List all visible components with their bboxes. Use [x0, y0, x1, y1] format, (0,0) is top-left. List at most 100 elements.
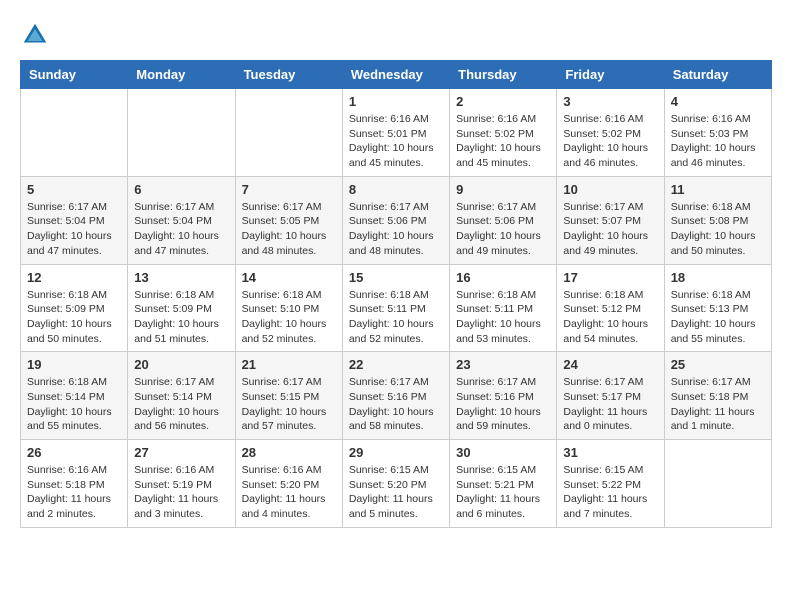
- calendar-table: SundayMondayTuesdayWednesdayThursdayFrid…: [20, 60, 772, 528]
- calendar-cell: 30 Sunrise: 6:15 AMSunset: 5:21 PMDayligh…: [450, 440, 557, 528]
- day-info: Sunrise: 6:15 AMSunset: 5:20 PMDaylight:…: [349, 463, 443, 522]
- weekday-header-cell: Tuesday: [235, 61, 342, 89]
- calendar-cell: 22 Sunrise: 6:17 AMSunset: 5:16 PMDayligh…: [342, 352, 449, 440]
- weekday-header-cell: Monday: [128, 61, 235, 89]
- day-info: Sunrise: 6:17 AMSunset: 5:14 PMDaylight:…: [134, 375, 228, 434]
- calendar-cell: 31 Sunrise: 6:15 AMSunset: 5:22 PMDayligh…: [557, 440, 664, 528]
- page-header: [20, 20, 772, 50]
- day-number: 14: [242, 270, 336, 285]
- day-number: 28: [242, 445, 336, 460]
- calendar-week-row: 1 Sunrise: 6:16 AMSunset: 5:01 PMDaylight…: [21, 89, 772, 177]
- day-info: Sunrise: 6:16 AMSunset: 5:02 PMDaylight:…: [456, 112, 550, 171]
- weekday-header-cell: Friday: [557, 61, 664, 89]
- day-number: 13: [134, 270, 228, 285]
- day-number: 1: [349, 94, 443, 109]
- calendar-week-row: 19 Sunrise: 6:18 AMSunset: 5:14 PMDayligh…: [21, 352, 772, 440]
- day-number: 29: [349, 445, 443, 460]
- day-number: 27: [134, 445, 228, 460]
- day-number: 8: [349, 182, 443, 197]
- day-info: Sunrise: 6:17 AMSunset: 5:06 PMDaylight:…: [456, 200, 550, 259]
- day-info: Sunrise: 6:18 AMSunset: 5:11 PMDaylight:…: [456, 288, 550, 347]
- calendar-cell: 26Sunrise: 6:16 AMSunset: 5:18 PMDayligh…: [21, 440, 128, 528]
- day-info: Sunrise: 6:16 AMSunset: 5:19 PMDaylight:…: [134, 463, 228, 522]
- calendar-cell: 28 Sunrise: 6:16 AMSunset: 5:20 PMDayligh…: [235, 440, 342, 528]
- day-info: Sunrise: 6:18 AMSunset: 5:10 PMDaylight:…: [242, 288, 336, 347]
- day-number: 3: [563, 94, 657, 109]
- day-info: Sunrise: 6:18 AMSunset: 5:11 PMDaylight:…: [349, 288, 443, 347]
- day-number: 6: [134, 182, 228, 197]
- day-number: 18: [671, 270, 765, 285]
- day-info: Sunrise: 6:17 AMSunset: 5:06 PMDaylight:…: [349, 200, 443, 259]
- calendar-cell: 3 Sunrise: 6:16 AMSunset: 5:02 PMDaylight…: [557, 89, 664, 177]
- day-number: 24: [563, 357, 657, 372]
- calendar-cell: 8 Sunrise: 6:17 AMSunset: 5:06 PMDaylight…: [342, 176, 449, 264]
- day-info: Sunrise: 6:17 AMSunset: 5:17 PMDaylight:…: [563, 375, 657, 434]
- calendar-cell: 1 Sunrise: 6:16 AMSunset: 5:01 PMDaylight…: [342, 89, 449, 177]
- day-number: 25: [671, 357, 765, 372]
- day-number: 10: [563, 182, 657, 197]
- calendar-week-row: 12Sunrise: 6:18 AMSunset: 5:09 PMDayligh…: [21, 264, 772, 352]
- calendar-cell: [235, 89, 342, 177]
- day-number: 9: [456, 182, 550, 197]
- day-info: Sunrise: 6:15 AMSunset: 5:22 PMDaylight:…: [563, 463, 657, 522]
- calendar-cell: 14 Sunrise: 6:18 AMSunset: 5:10 PMDayligh…: [235, 264, 342, 352]
- calendar-cell: [664, 440, 771, 528]
- calendar-cell: 13 Sunrise: 6:18 AMSunset: 5:09 PMDayligh…: [128, 264, 235, 352]
- calendar-cell: 16Sunrise: 6:18 AMSunset: 5:11 PMDayligh…: [450, 264, 557, 352]
- calendar-cell: 12Sunrise: 6:18 AMSunset: 5:09 PMDayligh…: [21, 264, 128, 352]
- calendar-cell: 18 Sunrise: 6:18 AMSunset: 5:13 PMDayligh…: [664, 264, 771, 352]
- calendar-cell: 7 Sunrise: 6:17 AMSunset: 5:05 PMDaylight…: [235, 176, 342, 264]
- day-number: 4: [671, 94, 765, 109]
- day-number: 20: [134, 357, 228, 372]
- day-number: 21: [242, 357, 336, 372]
- day-info: Sunrise: 6:15 AMSunset: 5:21 PMDaylight:…: [456, 463, 550, 522]
- day-info: Sunrise: 6:17 AMSunset: 5:18 PMDaylight:…: [671, 375, 765, 434]
- day-number: 7: [242, 182, 336, 197]
- day-info: Sunrise: 6:17 AMSunset: 5:05 PMDaylight:…: [242, 200, 336, 259]
- day-info: Sunrise: 6:18 AMSunset: 5:13 PMDaylight:…: [671, 288, 765, 347]
- day-number: 26: [27, 445, 121, 460]
- day-number: 2: [456, 94, 550, 109]
- logo-icon: [20, 20, 50, 50]
- day-info: Sunrise: 6:17 AMSunset: 5:15 PMDaylight:…: [242, 375, 336, 434]
- day-info: Sunrise: 6:18 AMSunset: 5:09 PMDaylight:…: [27, 288, 121, 347]
- day-number: 22: [349, 357, 443, 372]
- calendar-cell: 9 Sunrise: 6:17 AMSunset: 5:06 PMDaylight…: [450, 176, 557, 264]
- day-number: 30: [456, 445, 550, 460]
- weekday-header-cell: Thursday: [450, 61, 557, 89]
- day-info: Sunrise: 6:17 AMSunset: 5:16 PMDaylight:…: [456, 375, 550, 434]
- calendar-cell: 2 Sunrise: 6:16 AMSunset: 5:02 PMDaylight…: [450, 89, 557, 177]
- day-number: 15: [349, 270, 443, 285]
- day-info: Sunrise: 6:18 AMSunset: 5:09 PMDaylight:…: [134, 288, 228, 347]
- calendar-cell: 21 Sunrise: 6:17 AMSunset: 5:15 PMDayligh…: [235, 352, 342, 440]
- day-number: 17: [563, 270, 657, 285]
- day-info: Sunrise: 6:16 AMSunset: 5:01 PMDaylight:…: [349, 112, 443, 171]
- day-info: Sunrise: 6:16 AMSunset: 5:03 PMDaylight:…: [671, 112, 765, 171]
- day-info: Sunrise: 6:16 AMSunset: 5:20 PMDaylight:…: [242, 463, 336, 522]
- calendar-cell: [21, 89, 128, 177]
- calendar-cell: [128, 89, 235, 177]
- day-info: Sunrise: 6:18 AMSunset: 5:14 PMDaylight:…: [27, 375, 121, 434]
- day-number: 31: [563, 445, 657, 460]
- day-info: Sunrise: 6:17 AMSunset: 5:07 PMDaylight:…: [563, 200, 657, 259]
- day-info: Sunrise: 6:17 AMSunset: 5:04 PMDaylight:…: [134, 200, 228, 259]
- day-number: 5: [27, 182, 121, 197]
- logo: [20, 20, 54, 50]
- day-info: Sunrise: 6:16 AMSunset: 5:02 PMDaylight:…: [563, 112, 657, 171]
- day-info: Sunrise: 6:17 AMSunset: 5:04 PMDaylight:…: [27, 200, 121, 259]
- calendar-cell: 5 Sunrise: 6:17 AMSunset: 5:04 PMDaylight…: [21, 176, 128, 264]
- day-info: Sunrise: 6:18 AMSunset: 5:08 PMDaylight:…: [671, 200, 765, 259]
- weekday-header-row: SundayMondayTuesdayWednesdayThursdayFrid…: [21, 61, 772, 89]
- calendar-cell: 17 Sunrise: 6:18 AMSunset: 5:12 PMDayligh…: [557, 264, 664, 352]
- day-number: 19: [27, 357, 121, 372]
- day-number: 11: [671, 182, 765, 197]
- weekday-header-cell: Saturday: [664, 61, 771, 89]
- calendar-week-row: 26Sunrise: 6:16 AMSunset: 5:18 PMDayligh…: [21, 440, 772, 528]
- day-info: Sunrise: 6:18 AMSunset: 5:12 PMDaylight:…: [563, 288, 657, 347]
- day-info: Sunrise: 6:17 AMSunset: 5:16 PMDaylight:…: [349, 375, 443, 434]
- calendar-cell: 27 Sunrise: 6:16 AMSunset: 5:19 PMDayligh…: [128, 440, 235, 528]
- calendar-cell: 24 Sunrise: 6:17 AMSunset: 5:17 PMDayligh…: [557, 352, 664, 440]
- calendar-week-row: 5 Sunrise: 6:17 AMSunset: 5:04 PMDaylight…: [21, 176, 772, 264]
- calendar-cell: 23Sunrise: 6:17 AMSunset: 5:16 PMDayligh…: [450, 352, 557, 440]
- calendar-cell: 6 Sunrise: 6:17 AMSunset: 5:04 PMDaylight…: [128, 176, 235, 264]
